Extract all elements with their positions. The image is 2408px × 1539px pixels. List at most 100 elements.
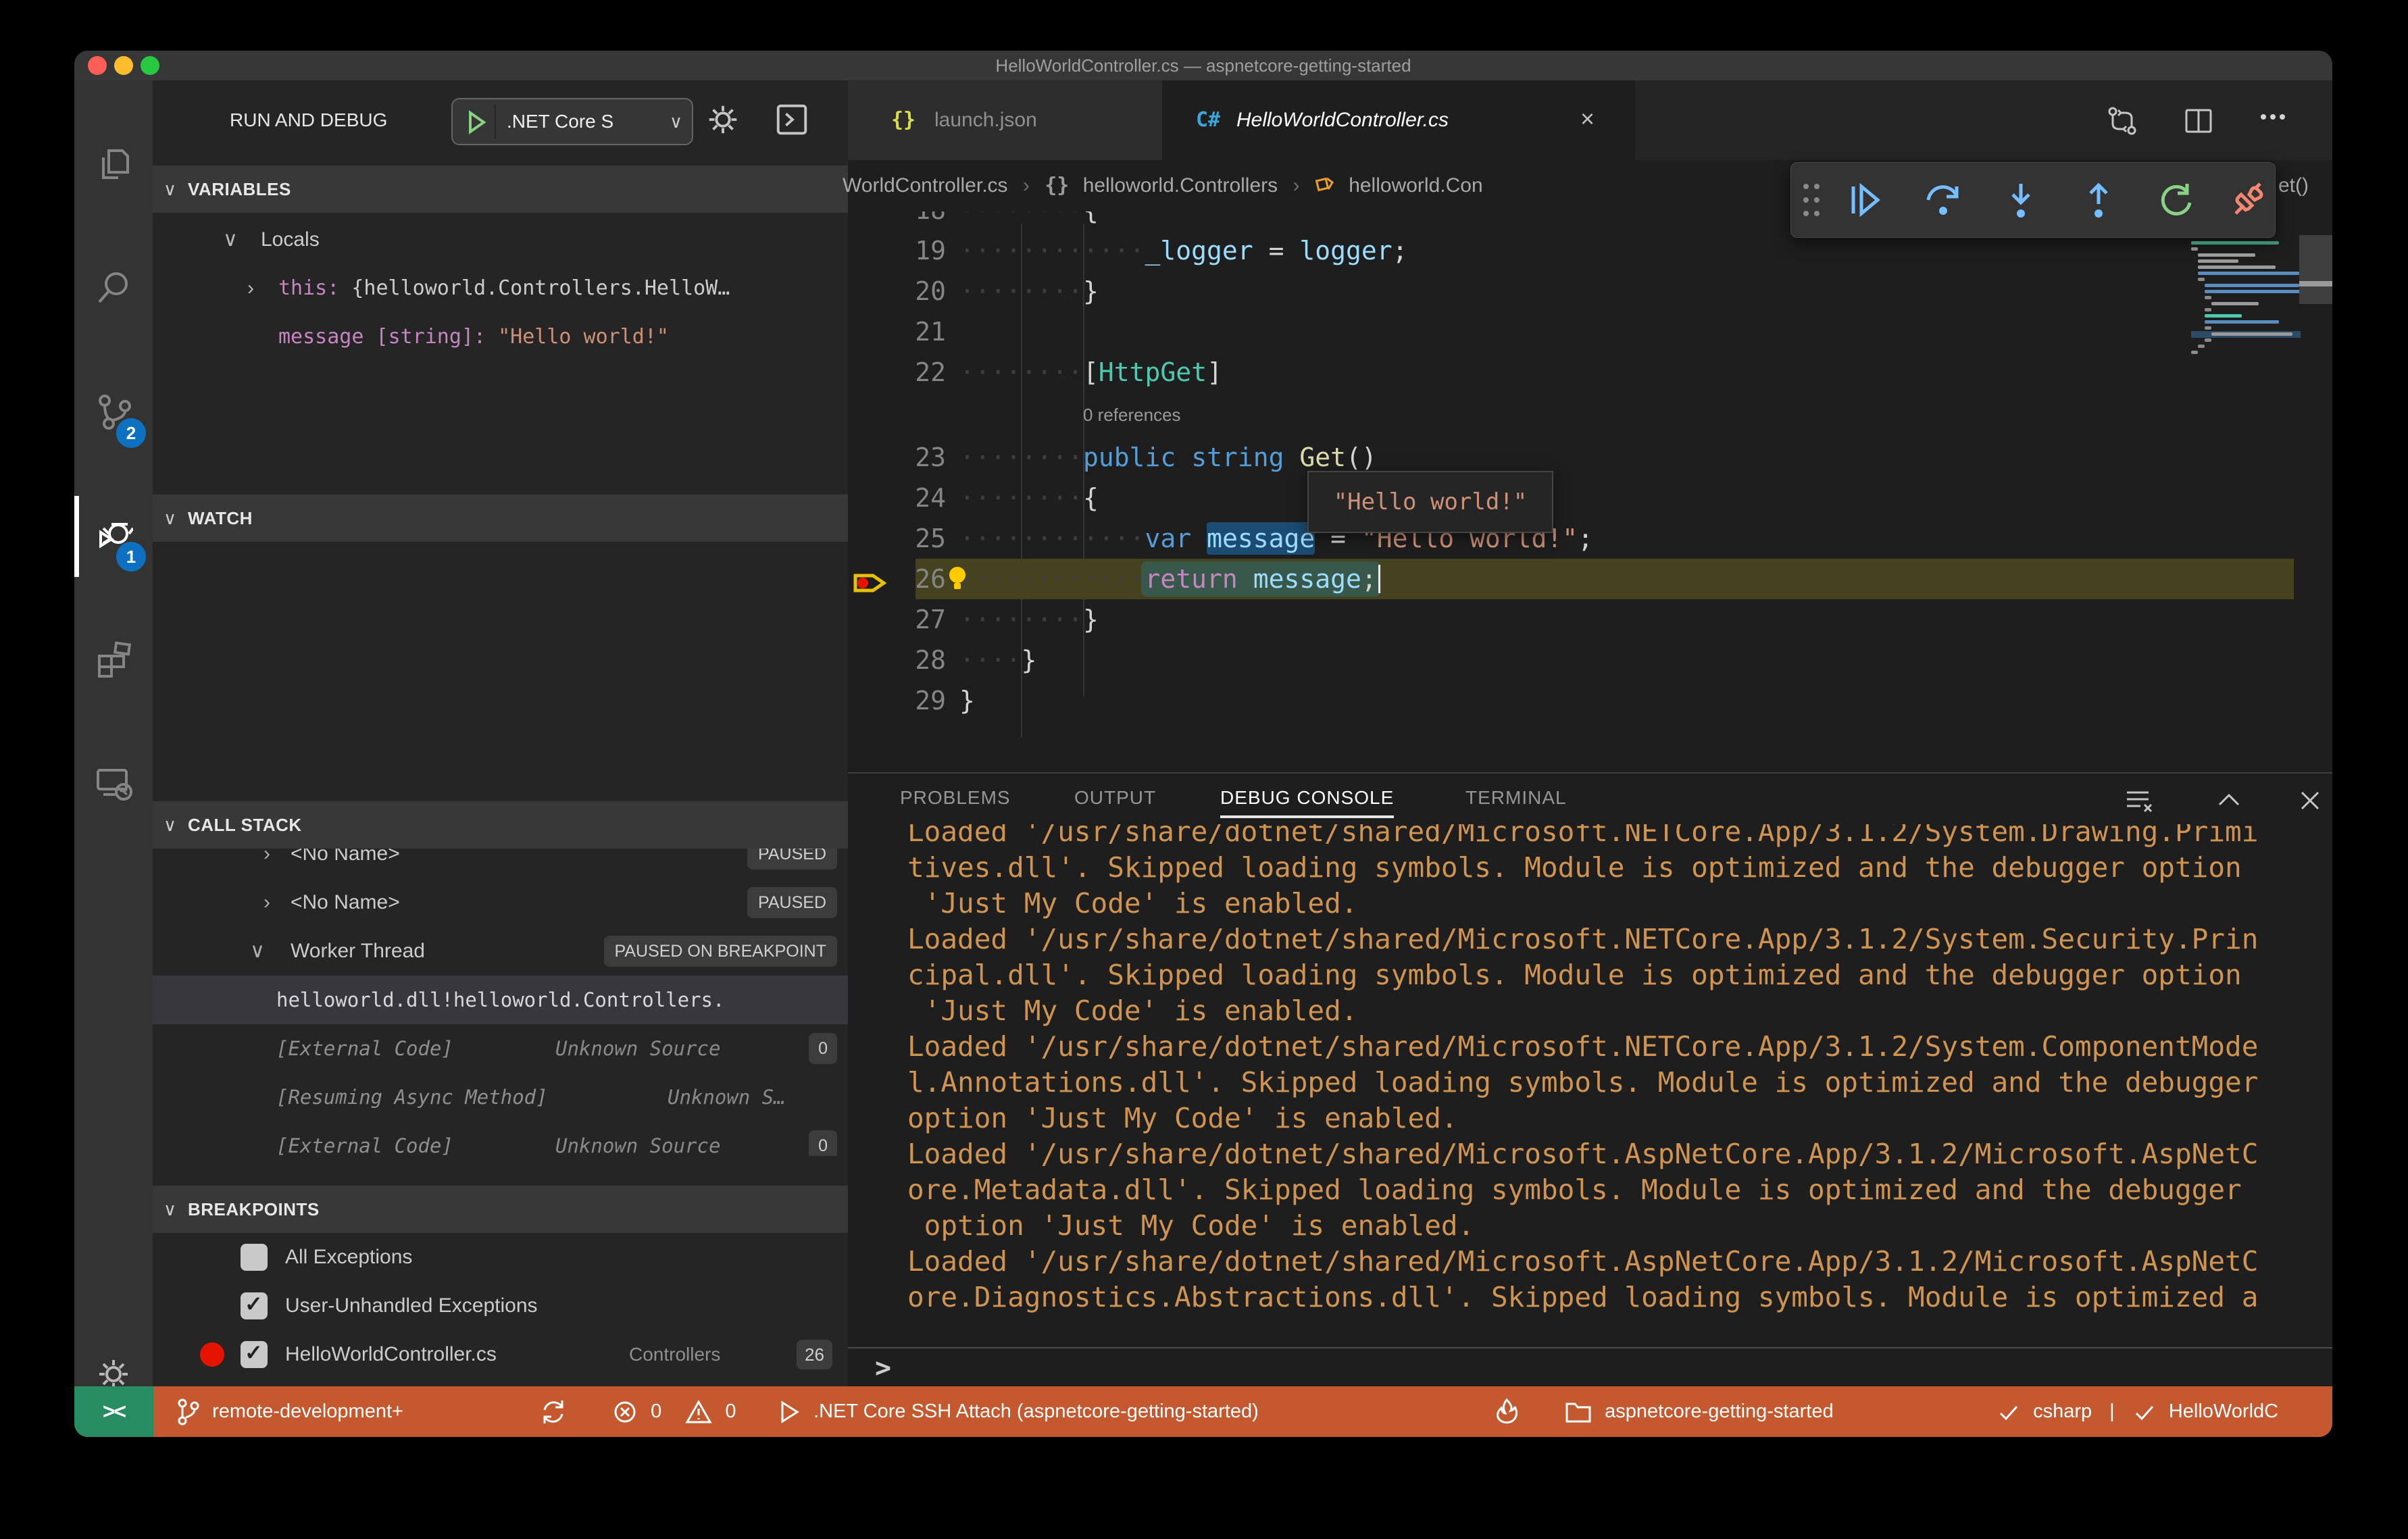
flame-status[interactable] — [1493, 1386, 1527, 1437]
section-variables[interactable]: ∨ VARIABLES — [153, 166, 848, 213]
tab-launch-json[interactable]: {} launch.json — [848, 80, 1162, 160]
step-over-button[interactable] — [1923, 180, 1963, 220]
paused-statement-highlight: return message; — [1140, 561, 1381, 597]
step-into-button[interactable] — [2001, 180, 2041, 220]
locals-label: Locals — [261, 228, 320, 251]
debug-target-status[interactable]: .NET Core SSH Attach (aspnetcore-getting… — [777, 1386, 1259, 1437]
call-stack-frame[interactable]: [External Code] Unknown Source 0 — [153, 1024, 848, 1073]
tab-helloworldcontroller[interactable]: C# HelloWorldController.cs × — [1162, 80, 1635, 160]
section-watch[interactable]: ∨ WATCH — [153, 495, 848, 542]
line-number: 24 — [915, 483, 946, 513]
variable-this[interactable]: › this: {helloworld.Controllers.HelloW… — [153, 264, 848, 313]
tab-debug-console[interactable]: DEBUG CONSOLE — [1220, 774, 1395, 822]
line-number: 22 — [915, 357, 946, 387]
minimap[interactable] — [2191, 241, 2306, 370]
call-stack-thread[interactable]: › <No Name> PAUSED — [153, 849, 848, 878]
folder-status[interactable]: aspnetcore-getting-started — [1564, 1386, 1834, 1437]
branch-icon — [176, 1398, 207, 1426]
console-input[interactable]: > — [848, 1347, 2332, 1389]
lint-status[interactable]: csharp | HelloWorldC — [1997, 1386, 2278, 1437]
code-text: ········{ — [959, 211, 1099, 230]
namespace-icon: {} — [1045, 174, 1070, 197]
sync-icon — [539, 1401, 574, 1424]
variable-message[interactable]: message [string]: "Hello world!" — [153, 313, 848, 361]
maximize-panel-icon[interactable] — [2213, 784, 2245, 820]
call-stack-frame[interactable]: [Resuming Async Method] Unknown S… — [153, 1073, 848, 1121]
call-stack-frame[interactable]: [External Code] Unknown Source 0 — [153, 1121, 848, 1156]
disconnect-button[interactable] — [2229, 180, 2269, 220]
editor-scrollbar[interactable] — [2299, 211, 2332, 772]
code-line[interactable]: 26 ············return message; — [848, 559, 2332, 599]
launch-config-dropdown[interactable]: .NET Core S ∨ — [451, 98, 693, 145]
code-line[interactable]: 21 — [848, 311, 2332, 352]
breakpoint-checkbox[interactable]: ✓ — [241, 1292, 268, 1319]
line-number: 26 — [915, 564, 946, 594]
debug-settings-gear-icon[interactable] — [704, 101, 742, 142]
breakpoint-row[interactable]: All Exceptions — [153, 1233, 848, 1282]
breadcrumb-method-fragment[interactable]: et() — [2278, 160, 2309, 211]
folder-icon — [1564, 1401, 1599, 1423]
section-call-stack[interactable]: ∨ CALL STACK — [153, 801, 848, 849]
title-bar: HelloWorldController.cs — aspnetcore-get… — [74, 51, 2332, 80]
call-stack-thread[interactable]: ∨ Worker Thread PAUSED ON BREAKPOINT — [153, 927, 848, 976]
open-debug-console-icon[interactable] — [773, 101, 811, 142]
breakpoint-checkbox[interactable] — [241, 1244, 268, 1271]
breakpoint-line-badge: 26 — [797, 1340, 832, 1369]
codelens-references[interactable]: 0 references — [1083, 393, 1181, 437]
more-actions-icon[interactable] — [2257, 101, 2289, 136]
sidebar-item-search[interactable] — [74, 245, 153, 332]
code-editor[interactable]: 18 ········{19 ············_logger = logge… — [848, 211, 2332, 772]
breakpoint-row[interactable]: ✓ User-Unhandled Exceptions — [153, 1282, 848, 1330]
split-editor-icon[interactable] — [2182, 105, 2215, 141]
start-debug-icon[interactable] — [462, 109, 489, 139]
call-stack-thread[interactable]: › <No Name> PAUSED — [153, 878, 848, 927]
config-name: .NET Core S — [507, 111, 614, 132]
chevron-right-icon: › — [1293, 174, 1300, 197]
step-out-button[interactable] — [2078, 180, 2119, 220]
code-line[interactable]: 24 ········{ — [848, 478, 2332, 518]
sidebar-item-run-and-debug[interactable]: 1 — [74, 492, 153, 580]
tab-problems[interactable]: PROBLEMS — [900, 774, 1011, 822]
console-line: Loaded '/usr/share/dotnet/shared/Microso… — [907, 1030, 2259, 1063]
section-breakpoints[interactable]: ∨ BREAKPOINTS — [153, 1186, 848, 1233]
continue-button[interactable] — [1845, 180, 1886, 220]
open-changes-icon[interactable] — [2106, 105, 2138, 141]
code-line[interactable]: 23 ········public string Get() — [848, 437, 2332, 478]
breadcrumb-namespace[interactable]: helloworld.Controllers — [1075, 174, 1278, 197]
breakpoint-row[interactable]: ✓ HelloWorldController.cs Controllers 26 — [153, 1330, 848, 1379]
sidebar-item-remote-explorer[interactable] — [74, 739, 153, 827]
remote-indicator[interactable]: >< — [74, 1386, 153, 1437]
scrollbar-thumb[interactable] — [2299, 235, 2332, 304]
sync-status[interactable] — [539, 1386, 574, 1437]
code-line[interactable]: 20 ········} — [848, 271, 2332, 311]
breadcrumb-file[interactable]: WorldController.cs — [843, 174, 1008, 197]
sidebar-item-explorer[interactable] — [74, 121, 153, 209]
minimap-code-line — [2205, 314, 2242, 318]
tab-terminal[interactable]: TERMINAL — [1465, 774, 1567, 822]
restart-button[interactable] — [2156, 180, 2197, 220]
tab-label: HelloWorldController.cs — [1236, 109, 1449, 131]
sidebar-item-extensions[interactable] — [74, 615, 153, 703]
thread-label: <No Name> — [291, 849, 400, 865]
problems-status[interactable]: 0 0 — [611, 1386, 736, 1437]
drag-handle[interactable] — [1797, 180, 1837, 220]
call-stack-frame[interactable]: helloworld.dll!helloworld.Controllers. — [153, 976, 848, 1024]
sidebar-item-source-control[interactable]: 2 — [74, 368, 153, 456]
close-panel-icon[interactable] — [2294, 784, 2326, 820]
vscode-window: HelloWorldController.cs — aspnetcore-get… — [74, 51, 2332, 1437]
locals-group[interactable]: ∨ Locals — [153, 216, 848, 264]
code-line[interactable]: 28 ····} — [848, 640, 2332, 680]
section-title: VARIABLES — [188, 179, 291, 199]
branch-status[interactable]: remote-development+ — [176, 1386, 403, 1437]
tab-output[interactable]: OUTPUT — [1074, 774, 1156, 822]
breakpoint-checkbox[interactable]: ✓ — [241, 1340, 268, 1368]
codelens[interactable]: 0 references — [848, 393, 2332, 437]
minimap-code-line — [2205, 284, 2299, 287]
close-icon[interactable]: × — [1580, 80, 1595, 160]
code-line[interactable]: 27 ········} — [848, 599, 2332, 640]
clear-console-icon[interactable] — [2122, 784, 2154, 820]
code-line[interactable]: 25 ············var message = "Hello world… — [848, 518, 2332, 559]
code-line[interactable]: 22 ········[HttpGet] — [848, 352, 2332, 393]
code-line[interactable]: 29} — [848, 680, 2332, 721]
breadcrumb-class[interactable]: helloworld.Con — [1340, 174, 1482, 197]
